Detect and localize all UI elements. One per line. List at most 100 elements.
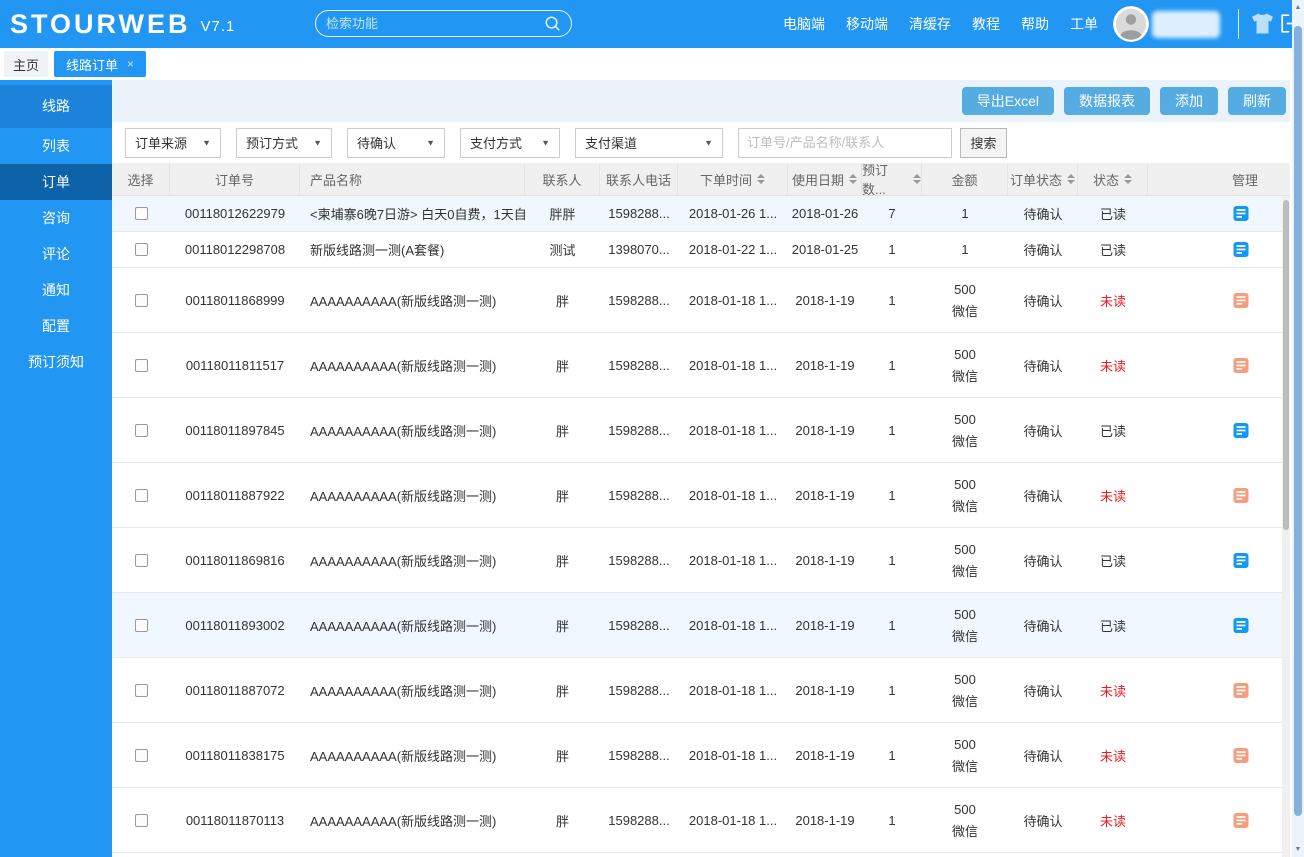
row-checkbox[interactable] <box>134 488 148 502</box>
pay-channel: 微信 <box>951 433 978 449</box>
table-scrollbar-track[interactable] <box>1282 196 1290 857</box>
order-doc-icon[interactable] <box>1233 422 1249 438</box>
search-input[interactable] <box>326 16 544 31</box>
cell-order-no: 00118011868999 <box>185 292 285 308</box>
cell-manage <box>1148 658 1282 722</box>
sort-icon[interactable] <box>757 174 765 184</box>
scroll-up-icon[interactable]: ▲ <box>1292 4 1304 11</box>
nav-link-ticket[interactable]: 工单 <box>1070 14 1098 34</box>
cell-amount: 500 微信 <box>922 268 1008 332</box>
topbar-divider <box>1238 9 1239 39</box>
export-excel-button[interactable]: 导出Excel <box>961 87 1054 115</box>
filter-select-order-source[interactable]: 订单来源 ▼ <box>125 127 221 158</box>
row-checkbox[interactable] <box>134 683 148 697</box>
tab-home[interactable]: 主页 <box>4 51 49 77</box>
cell-order-no: 00118012298708 <box>184 242 286 257</box>
cell-select <box>112 593 170 657</box>
filter-select-payment-channel[interactable]: 支付渠道 ▼ <box>575 127 723 158</box>
row-checkbox[interactable] <box>134 293 148 307</box>
sidebar-item-booking-notes[interactable]: 预订须知 <box>0 344 112 380</box>
column-header-qty[interactable]: 预订数... <box>862 163 922 197</box>
column-header-manage[interactable]: 管理 <box>1148 163 1290 195</box>
sidebar-item-comments[interactable]: 评论 <box>0 236 112 272</box>
window-scrollbar-thumb[interactable] <box>1294 26 1302 816</box>
scroll-down-icon[interactable]: ▼ <box>1292 846 1304 853</box>
column-header-contact[interactable]: 联系人 <box>525 163 600 195</box>
table-row: 00118011893002 AAAAAAAAAA(新版线路测一测) 胖 159… <box>112 593 1282 658</box>
tab-route-orders[interactable]: 线路订单 × <box>54 51 147 77</box>
search-icon[interactable] <box>544 15 561 32</box>
row-checkbox[interactable] <box>134 207 148 220</box>
filter-select-confirm-status[interactable]: 待确认 ▼ <box>347 127 445 158</box>
column-header-order-no[interactable]: 订单号 <box>170 163 300 195</box>
theme-tshirt-icon[interactable] <box>1251 13 1274 34</box>
nav-link-help[interactable]: 帮助 <box>1021 14 1049 34</box>
column-header-select[interactable]: 选择 <box>112 163 170 195</box>
cell-quantity: 7 <box>888 206 896 221</box>
sidebar-item-list[interactable]: 列表 <box>0 128 112 164</box>
cell-use-date: 2018-1-19 <box>795 682 855 698</box>
add-button[interactable]: 添加 <box>1160 87 1218 115</box>
order-doc-icon[interactable] <box>1233 357 1249 373</box>
row-checkbox[interactable] <box>134 553 148 567</box>
sidebar-item-config[interactable]: 配置 <box>0 308 112 344</box>
sort-icon[interactable] <box>1124 174 1132 184</box>
nav-link-mobile[interactable]: 移动端 <box>846 14 888 34</box>
sort-icon[interactable] <box>849 174 857 184</box>
cell-use-date: 2018-01-26 <box>791 206 859 221</box>
sidebar-item-inquiry[interactable]: 咨询 <box>0 200 112 236</box>
row-checkbox[interactable] <box>134 618 148 632</box>
column-header-read-status[interactable]: 状态 <box>1078 163 1148 195</box>
column-header-amount[interactable]: 金额 <box>922 163 1008 195</box>
row-checkbox[interactable] <box>134 813 148 827</box>
order-doc-icon[interactable] <box>1233 292 1249 308</box>
order-doc-icon[interactable] <box>1233 747 1249 763</box>
nav-link-clear-cache[interactable]: 清缓存 <box>909 14 951 34</box>
nav-link-tutorial[interactable]: 教程 <box>972 14 1000 34</box>
search-button[interactable]: 搜索 <box>960 127 1007 158</box>
sidebar-item-route[interactable]: 线路 <box>0 85 112 128</box>
column-header-order-status[interactable]: 订单状态 <box>1008 163 1078 195</box>
filter-select-payment-method[interactable]: 支付方式 ▼ <box>460 127 560 158</box>
window-scrollbar-track[interactable]: ▲ ▼ <box>1292 0 1304 857</box>
row-checkbox[interactable] <box>134 243 148 256</box>
filter-select-booking-method[interactable]: 预订方式 ▼ <box>236 127 332 158</box>
sidebar-item-notices[interactable]: 通知 <box>0 272 112 308</box>
cell-read-status: 未读 <box>1099 748 1126 764</box>
sort-icon[interactable] <box>1067 174 1075 184</box>
order-doc-icon[interactable] <box>1233 682 1249 698</box>
cell-order-status: 待确认 <box>1023 293 1063 309</box>
cell-select <box>112 232 170 267</box>
row-checkbox[interactable] <box>134 358 148 372</box>
column-header-use-date[interactable]: 使用日期 <box>788 163 862 195</box>
cell-contact: 胖 <box>555 423 569 439</box>
avatar[interactable] <box>1113 6 1149 42</box>
column-header-product[interactable]: 产品名称 <box>300 163 525 195</box>
cell-contact: 胖 <box>555 358 569 374</box>
row-checkbox[interactable] <box>134 423 148 437</box>
order-doc-icon[interactable] <box>1233 242 1249 257</box>
cell-order-status: 待确认 <box>1023 358 1063 374</box>
sort-icon[interactable] <box>913 174 921 184</box>
column-label: 选择 <box>127 172 154 188</box>
order-doc-icon[interactable] <box>1233 552 1249 568</box>
column-header-phone[interactable]: 联系人电话 <box>600 163 678 195</box>
sidebar-item-orders[interactable]: 订单 <box>0 164 112 200</box>
cell-product-name: 新版线路测一测(A套餐) <box>310 243 445 258</box>
table-row: 00118012622979 <柬埔寨6晚7日游> 白天0自费，1天自... 胖… <box>112 196 1282 232</box>
data-report-button[interactable]: 数据报表 <box>1064 87 1150 115</box>
column-header-order-time[interactable]: 下单时间 <box>678 163 788 195</box>
row-checkbox[interactable] <box>134 748 148 762</box>
caret-down-icon: ▼ <box>313 138 322 147</box>
keyword-input[interactable] <box>738 127 952 158</box>
close-tab-icon[interactable]: × <box>127 57 134 71</box>
table-scrollbar-thumb[interactable] <box>1283 200 1289 530</box>
cell-order-time: 2018-01-18 1... <box>688 357 778 373</box>
order-doc-icon[interactable] <box>1233 206 1249 221</box>
order-doc-icon[interactable] <box>1233 487 1249 503</box>
refresh-button[interactable]: 刷新 <box>1228 87 1286 115</box>
order-doc-icon[interactable] <box>1233 617 1249 633</box>
nav-link-pc[interactable]: 电脑端 <box>783 14 825 34</box>
order-doc-icon[interactable] <box>1233 812 1249 828</box>
cell-product-name: AAAAAAAAAA(新版线路测一测) <box>310 683 497 699</box>
